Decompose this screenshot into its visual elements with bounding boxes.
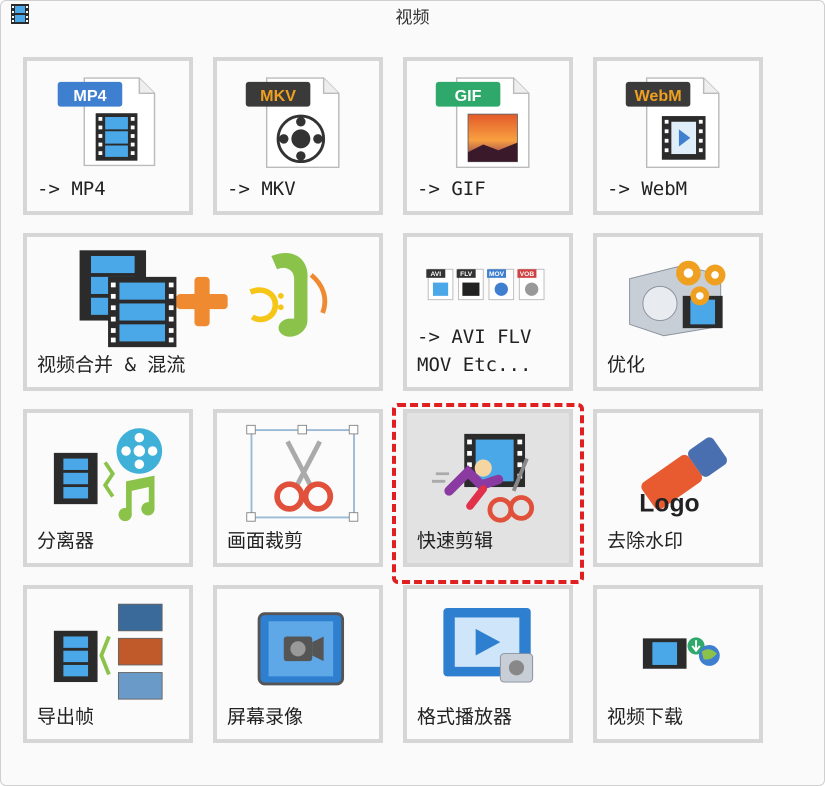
tile-video-download[interactable]: 视频下载 — [593, 585, 763, 743]
tile-label: -> MKV — [227, 178, 296, 200]
tile-splitter[interactable]: 分离器 — [23, 409, 193, 567]
tile-quick-cut[interactable]: 快速剪辑 — [403, 409, 573, 567]
tile-remove-watermark[interactable]: Logo 去除水印 — [593, 409, 763, 567]
tile-label: -> WebM — [607, 178, 688, 200]
app-window: 视频 MP4 -> MP4 MKV -> MKV GIF -> GIF WebM… — [0, 0, 825, 786]
mini-badge-flv: FLV — [460, 271, 473, 278]
tile-gif[interactable]: GIF -> GIF — [403, 57, 573, 215]
title-bar: 视频 — [1, 1, 824, 29]
tile-label: 去除水印 — [607, 530, 684, 552]
tile-optimize[interactable]: 优化 — [593, 233, 763, 391]
webm-badge: WebM — [634, 87, 681, 105]
tile-label: -> MP4 — [37, 178, 106, 200]
tile-mp4[interactable]: MP4 -> MP4 — [23, 57, 193, 215]
mini-badge-vob: VOB — [520, 271, 535, 278]
tile-label: -> AVI FLV MOV Etc... — [417, 326, 532, 376]
logo-text: Logo — [639, 491, 699, 518]
tile-label: 屏幕录像 — [227, 706, 304, 728]
tile-label: 优化 — [607, 354, 646, 376]
mkv-badge: MKV — [260, 87, 296, 105]
tile-label: -> GIF — [417, 178, 486, 200]
gif-badge: GIF — [455, 87, 482, 105]
tile-label: 画面裁剪 — [227, 530, 304, 552]
mini-badge-mov: MOV — [489, 271, 505, 278]
tile-mkv[interactable]: MKV -> MKV — [213, 57, 383, 215]
tile-merge[interactable]: 视频合并 & 混流 — [23, 233, 383, 391]
tile-label: 导出帧 — [37, 706, 95, 728]
tile-label: 格式播放器 — [417, 706, 513, 728]
mp4-badge: MP4 — [73, 87, 106, 105]
tile-label: 分离器 — [37, 530, 95, 552]
mini-badge-avi: AVI — [431, 271, 442, 278]
tile-webm[interactable]: WebM -> WebM — [593, 57, 763, 215]
tile-export-frames[interactable]: 导出帧 — [23, 585, 193, 743]
tile-avi-flv-mov[interactable]: AVI FLV MOV VOB -> AVI FLV MOV Etc... — [403, 233, 573, 391]
film-strip-icon — [11, 4, 29, 24]
tile-format-player[interactable]: 格式播放器 — [403, 585, 573, 743]
tile-label: 视频下载 — [607, 706, 684, 728]
tile-screen-record[interactable]: 屏幕录像 — [213, 585, 383, 743]
tile-label: 视频合并 & 混流 — [37, 354, 186, 376]
tile-label: 快速剪辑 — [417, 530, 494, 552]
window-title: 视频 — [395, 7, 430, 28]
tile-crop[interactable]: 画面裁剪 — [213, 409, 383, 567]
